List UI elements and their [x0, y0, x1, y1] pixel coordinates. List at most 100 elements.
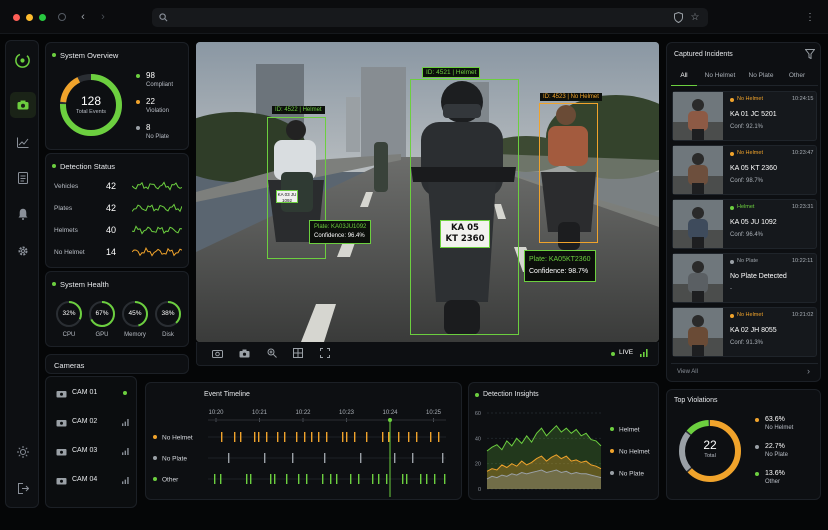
event-mark[interactable] — [250, 474, 252, 484]
event-mark[interactable] — [330, 474, 332, 484]
event-mark[interactable] — [298, 474, 300, 484]
tab-no-helmet[interactable]: No Helmet — [701, 70, 739, 86]
incident-card[interactable]: No Plate 10:22:11 No Plate Detected - — [672, 253, 817, 303]
event-mark[interactable] — [228, 453, 230, 463]
event-mark[interactable] — [366, 432, 368, 442]
fullscreen-icon[interactable] — [320, 348, 330, 358]
snapshot-icon[interactable] — [212, 349, 223, 358]
tab-no-plate[interactable]: No Plate — [743, 70, 779, 86]
camera-item[interactable]: CAM 04 — [52, 468, 132, 497]
current-time-knob[interactable] — [388, 418, 392, 422]
event-mark[interactable] — [284, 432, 286, 442]
event-mark[interactable] — [378, 474, 380, 484]
event-mark[interactable] — [360, 453, 362, 463]
camera-icon[interactable] — [239, 349, 250, 358]
event-mark[interactable] — [326, 432, 328, 442]
nav-camera[interactable] — [10, 92, 36, 118]
logo-icon[interactable] — [14, 52, 31, 69]
event-mark[interactable] — [398, 432, 400, 442]
more-icon[interactable]: ⋮ — [805, 10, 815, 24]
event-mark[interactable] — [324, 453, 326, 463]
event-mark[interactable] — [342, 432, 344, 442]
analytics-icon[interactable] — [17, 137, 29, 148]
event-mark[interactable] — [372, 474, 374, 484]
legend-value: 13.6% — [765, 470, 785, 477]
detection-box-right[interactable] — [539, 103, 598, 243]
event-mark[interactable] — [254, 432, 256, 442]
event-mark[interactable] — [402, 474, 404, 484]
event-mark[interactable] — [430, 432, 432, 442]
camera-item[interactable]: CAM 03 — [52, 439, 132, 468]
event-mark[interactable] — [388, 432, 390, 442]
event-mark[interactable] — [406, 474, 408, 484]
zoom-icon[interactable] — [267, 348, 277, 358]
detection-box-center[interactable] — [410, 79, 519, 335]
grid-icon[interactable] — [293, 348, 303, 358]
maximize-window-button[interactable] — [39, 14, 46, 21]
event-mark[interactable] — [306, 474, 308, 484]
event-mark[interactable] — [264, 453, 266, 463]
event-mark[interactable] — [214, 474, 216, 484]
incident-card[interactable]: No Helmet 10:24:15 KA 01 JC 5201 Conf: 92.1… — [672, 91, 817, 141]
minimize-window-button[interactable] — [26, 14, 33, 21]
event-mark[interactable] — [426, 474, 428, 484]
event-mark[interactable] — [318, 432, 320, 442]
camera-item[interactable]: CAM 01 — [52, 381, 132, 410]
event-mark[interactable] — [350, 474, 352, 484]
filter-icon[interactable] — [805, 49, 815, 59]
event-mark[interactable] — [444, 474, 446, 484]
event-mark[interactable] — [408, 432, 410, 442]
view-all-link[interactable]: View All › — [671, 363, 818, 377]
event-mark[interactable] — [234, 432, 236, 442]
event-mark[interactable] — [311, 432, 313, 442]
forward-icon[interactable]: › — [98, 11, 108, 23]
back-icon[interactable]: ‹ — [78, 11, 88, 23]
event-mark[interactable] — [442, 453, 444, 463]
theme-icon[interactable] — [17, 446, 29, 458]
event-mark[interactable] — [304, 432, 306, 442]
event-mark[interactable] — [438, 432, 440, 442]
event-mark[interactable] — [240, 432, 242, 442]
event-mark[interactable] — [322, 474, 324, 484]
event-mark[interactable] — [292, 453, 294, 463]
event-mark[interactable] — [416, 432, 418, 442]
event-mark[interactable] — [220, 474, 222, 484]
event-mark[interactable] — [336, 474, 338, 484]
event-mark[interactable] — [258, 432, 260, 442]
event-mark[interactable] — [286, 474, 288, 484]
address-bar[interactable]: ☆ — [152, 8, 708, 27]
tab-circle-icon[interactable] — [58, 13, 66, 21]
alerts-icon[interactable] — [18, 208, 28, 220]
close-window-button[interactable] — [13, 14, 20, 21]
logout-icon[interactable] — [18, 483, 29, 494]
event-mark[interactable] — [386, 474, 388, 484]
incident-card[interactable]: No Helmet 10:23:47 KA 05 KT 2360 Conf: 98.7… — [672, 145, 817, 195]
event-mark[interactable] — [394, 453, 396, 463]
tab-other[interactable]: Other — [783, 70, 811, 86]
event-mark[interactable] — [270, 474, 272, 484]
shield-icon[interactable] — [674, 12, 683, 23]
tab-all[interactable]: All — [671, 70, 697, 86]
event-mark[interactable] — [266, 432, 268, 442]
event-mark[interactable] — [358, 474, 360, 484]
event-mark[interactable] — [434, 474, 436, 484]
reports-icon[interactable] — [18, 172, 28, 184]
settings-icon[interactable] — [17, 245, 29, 257]
gauge-label: Memory — [124, 332, 146, 338]
event-mark[interactable] — [412, 453, 414, 463]
event-mark[interactable] — [246, 474, 248, 484]
event-mark[interactable] — [420, 474, 422, 484]
event-mark[interactable] — [274, 474, 276, 484]
event-mark[interactable] — [346, 432, 348, 442]
incident-card[interactable]: No Helmet 10:21:02 KA 02 JH 8055 Conf: 91.3… — [672, 307, 817, 357]
event-mark[interactable] — [354, 432, 356, 442]
video-feed[interactable]: ID: 4522 | Helmet KA 03 JU 1092 Plate: K… — [196, 42, 659, 342]
camera-item[interactable]: CAM 02 — [52, 410, 132, 439]
event-mark[interactable] — [296, 432, 298, 442]
event-mark[interactable] — [277, 432, 279, 442]
legend-dot — [755, 472, 759, 476]
incident-card[interactable]: Helmet 10:23:31 KA 05 JU 1092 Conf: 96.4% — [672, 199, 817, 249]
star-icon[interactable]: ☆ — [689, 11, 701, 23]
event-mark[interactable] — [221, 432, 223, 442]
event-mark[interactable] — [382, 432, 384, 442]
